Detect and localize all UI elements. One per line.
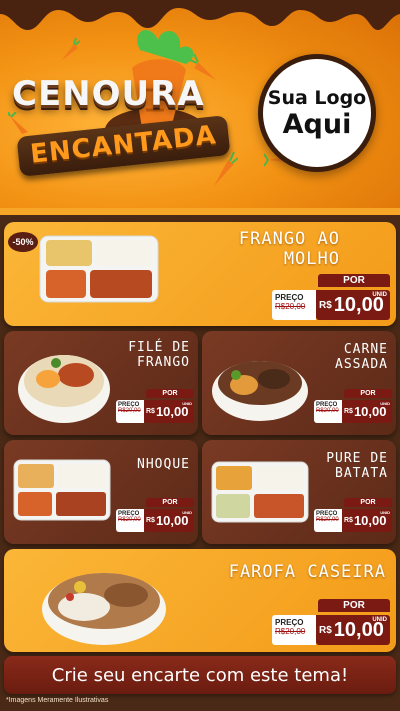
price-new: R$ 10,00 UNID [144,400,194,423]
price-unit: UNID [380,401,390,406]
item-name: FILÉ DE FRANGO [128,340,190,371]
item-name: FAROFA CASEIRA [228,562,386,583]
price-old-value: R$20,00 [118,408,141,414]
disclaimer: *Imagens Meramente Ilustrativas [6,697,109,704]
cta-label: Crie seu encarte com este tema! [51,664,349,686]
item-name-line1: CARNE [343,342,388,357]
item-name: PURE DE BATATA [326,451,388,482]
price-old-label: PREÇO [275,293,304,302]
price-currency: R$ [319,624,332,636]
item-name: CARNE ASSADA [335,342,388,373]
meal-tray-icon [211,461,309,523]
logo-text-line2: Aqui [282,108,352,140]
menu-item-card[interactable]: NHOQUE POR PREÇO R$20,00 R$ 10,00 UNID [4,440,198,544]
title-sub-plate: ENCANTADA [16,115,231,177]
price-currency: R$ [146,408,155,415]
price-new: R$ 10,00 UNID [316,615,390,645]
price-tag: POR PREÇO R$20,00 R$ 10,00 UNID [314,498,392,532]
item-name-line1: NHOQUE [137,457,190,472]
title-sub: ENCANTADA [28,120,218,170]
price-new: R$ 10,00 UNID [342,400,392,423]
item-name-line1: FAROFA CASEIRA [228,562,386,582]
menu-item-card[interactable]: FRANGO AO MOLHO POR PREÇO R$20,00 R$ 10,… [4,222,396,326]
price-value: 10,00 [155,404,189,419]
meal-bowl-icon [42,573,166,645]
price-new: R$ 10,00 UNID [316,290,390,320]
price-old-value: R$20,00 [118,517,141,523]
price-tag: POR PREÇO R$20,00 R$ 10,00 UNID [116,389,194,423]
logo-text-line1: Sua Logo [267,86,367,109]
menu-item-card[interactable]: PURE DE BATATA POR PREÇO R$20,00 R$ 10,0… [202,440,396,544]
meal-bowl-icon [18,355,110,423]
price-old: PREÇO R$20,00 [116,400,144,423]
price-old-value: R$20,00 [316,408,339,414]
title-block: CENOURA ENCANTADA [12,60,232,180]
menu-item-card[interactable]: CARNE ASSADA POR PREÇO R$20,00 R$ 10,00 … [202,331,396,435]
item-name-line2: BATATA [335,465,388,481]
price-tag: POR PREÇO R$20,00 R$ 10,00 UNID [116,498,194,532]
hero-divider [0,208,400,215]
price-por-label: POR [318,599,390,612]
price-unit: UNID [182,401,192,406]
price-unit: UNID [380,510,390,515]
item-name-line2: MOLHO [283,248,340,269]
price-new: R$ 10,00 UNID [342,509,392,532]
price-por-label: POR [318,274,390,287]
price-old: PREÇO R$20,00 [314,509,342,532]
price-currency: R$ [344,517,353,524]
price-old-value: R$20,00 [275,627,306,636]
price-value: 10,00 [155,513,189,528]
price-currency: R$ [319,299,332,311]
price-unit: UNID [182,510,192,515]
cta-button[interactable]: Crie seu encarte com este tema! [4,656,396,694]
price-old-value: R$20,00 [275,302,306,311]
price-old: PREÇO R$20,00 [314,400,342,423]
price-tag: POR PREÇO R$20,00 R$ 10,00 UNID [314,389,392,423]
price-unit: UNID [372,292,387,298]
menu-item-card[interactable]: FAROFA CASEIRA POR PREÇO R$20,00 R$ 10,0… [4,549,396,652]
price-old-label: PREÇO [275,618,304,627]
price-old: PREÇO R$20,00 [116,509,144,532]
carrot-decoration-icon [62,37,80,60]
discount-badge: -50% [8,232,38,252]
meal-tray-icon [13,459,111,521]
price-por-label: POR [146,498,194,507]
item-name: NHOQUE [137,457,190,473]
menu-item-card[interactable]: FILÉ DE FRANGO POR PREÇO R$20,00 R$ 10,0… [4,331,198,435]
item-name-line2: FRANGO [137,354,190,370]
meal-bowl-icon [212,361,308,421]
logo-placeholder[interactable]: Sua Logo Aqui [258,54,376,172]
price-currency: R$ [146,517,155,524]
item-name-line1: FILÉ DE [128,340,190,355]
item-name-line1: PURE DE [326,451,388,466]
price-tag: POR PREÇO R$20,00 R$ 10,00 UNID [272,274,390,320]
price-value: 10,00 [353,404,387,419]
price-unit: UNID [372,617,387,623]
price-currency: R$ [344,408,353,415]
title-main: CENOURA [12,74,205,114]
price-por-label: POR [344,498,392,507]
price-por-label: POR [344,389,392,398]
hero-banner: CENOURA ENCANTADA Sua Logo Aqui [0,0,400,215]
price-old: PREÇO R$20,00 [272,615,316,645]
price-por-label: POR [146,389,194,398]
item-name: FRANGO AO MOLHO [238,229,340,269]
price-value: 10,00 [353,513,387,528]
price-tag: POR PREÇO R$20,00 R$ 10,00 UNID [272,599,390,645]
price-new: R$ 10,00 UNID [144,509,194,532]
item-name-line2: ASSADA [335,356,388,372]
price-old-value: R$20,00 [316,517,339,523]
meal-tray-icon [39,235,159,303]
price-old: PREÇO R$20,00 [272,290,316,320]
item-name-line1: FRANGO AO [238,229,340,249]
